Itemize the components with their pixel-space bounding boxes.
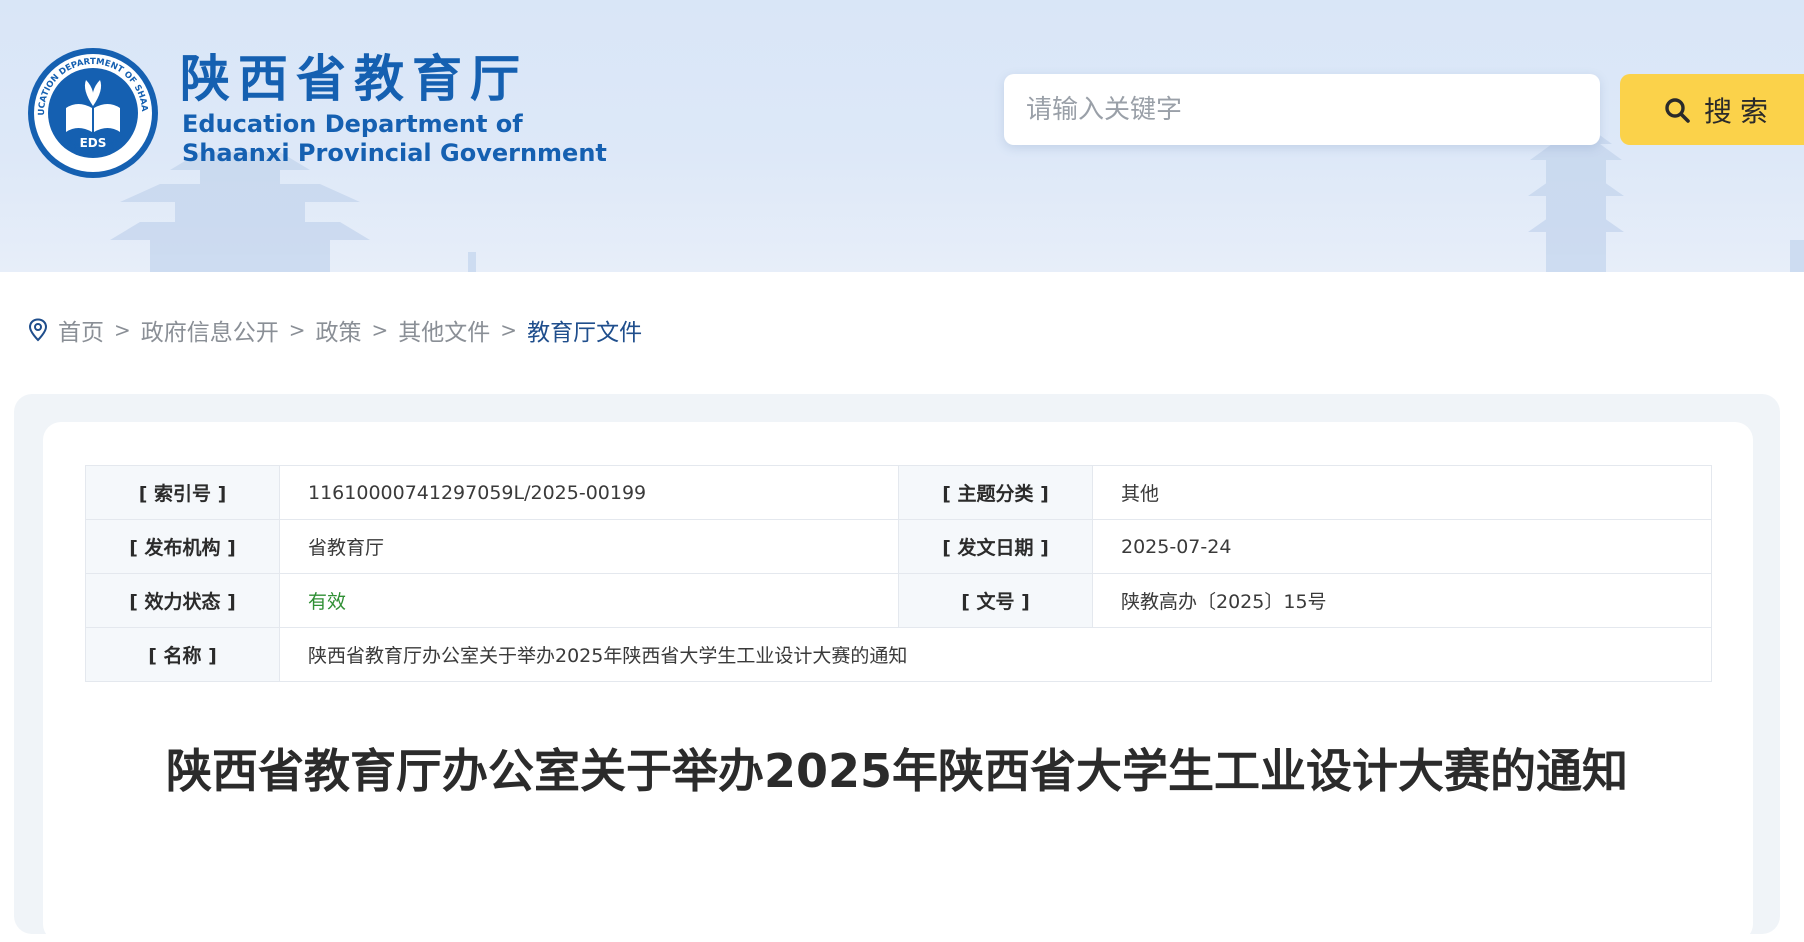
breadcrumb-separator: >: [371, 318, 389, 342]
document-title: 陕西省教育厅办公室关于举办2025年陕西省大学生工业设计大赛的通知: [165, 744, 1629, 798]
meta-date-value: 2025-07-24: [1092, 519, 1712, 574]
breadcrumb: 首页 > 政府信息公开 > 政策 > 其他文件 > 教育厅文件: [28, 312, 642, 348]
meta-category-label: [ 主题分类 ]: [898, 465, 1093, 520]
table-row: [ 效力状态 ] 有效 [ 文号 ] 陕教高办〔2025〕15号: [85, 573, 1712, 628]
breadcrumb-separator: >: [288, 318, 306, 342]
search-input[interactable]: [1026, 94, 1600, 125]
meta-name-value: 陕西省教育厅办公室关于举办2025年陕西省大学生工业设计大赛的通知: [279, 627, 1712, 682]
site-title-cn: 陕西省教育厅: [180, 49, 528, 108]
site-title-en-line2: Shaanxi Provincial Government: [182, 139, 607, 167]
search-icon: [1665, 97, 1690, 123]
meta-index-label: [ 索引号 ]: [85, 465, 280, 520]
location-pin-icon: [28, 318, 48, 342]
meta-index-value: 11610000741297059L/2025-00199: [279, 465, 899, 520]
site-title-en-line1: Education Department of: [182, 110, 523, 138]
table-row: [ 发布机构 ] 省教育厅 [ 发文日期 ] 2025-07-24: [85, 519, 1712, 574]
site-header: EDUCATION DEPARTMENT OF SHAANXI 陕西省教育厅 E…: [0, 0, 1804, 272]
search-button-label: 搜索: [1704, 94, 1777, 128]
search-box: [1004, 74, 1600, 145]
meta-name-label: [ 名称 ]: [85, 627, 280, 682]
meta-docno-label: [ 文号 ]: [898, 573, 1093, 628]
document-meta-table: [ 索引号 ] 11610000741297059L/2025-00199 [ …: [85, 465, 1712, 682]
meta-status-label: [ 效力状态 ]: [85, 573, 280, 628]
site-title-en: Education Department of Shaanxi Provinci…: [182, 110, 607, 168]
breadcrumb-current-link[interactable]: 教育厅文件: [527, 313, 642, 347]
meta-category-value: 其他: [1092, 465, 1712, 520]
breadcrumb-separator: >: [114, 318, 131, 342]
breadcrumb-other-files-link[interactable]: 其他文件: [398, 313, 490, 347]
meta-publisher-value: 省教育厅: [279, 519, 899, 574]
meta-docno-value: 陕教高办〔2025〕15号: [1092, 573, 1712, 628]
breadcrumb-separator: >: [500, 318, 518, 342]
svg-text:EDS: EDS: [80, 136, 107, 150]
table-row: [ 索引号 ] 11610000741297059L/2025-00199 [ …: [85, 465, 1712, 520]
meta-status-value: 有效: [279, 573, 899, 628]
breadcrumb-home-link[interactable]: 首页: [58, 313, 104, 347]
department-logo-icon: EDUCATION DEPARTMENT OF SHAANXI 陕西省教育厅 E…: [26, 46, 158, 178]
meta-publisher-label: [ 发布机构 ]: [85, 519, 280, 574]
breadcrumb-gov-info-link[interactable]: 政府信息公开: [141, 313, 279, 347]
meta-date-label: [ 发文日期 ]: [898, 519, 1093, 574]
search-button[interactable]: 搜索: [1620, 74, 1804, 145]
table-row: [ 名称 ] 陕西省教育厅办公室关于举办2025年陕西省大学生工业设计大赛的通知: [85, 627, 1712, 682]
breadcrumb-policy-link[interactable]: 政策: [316, 313, 362, 347]
